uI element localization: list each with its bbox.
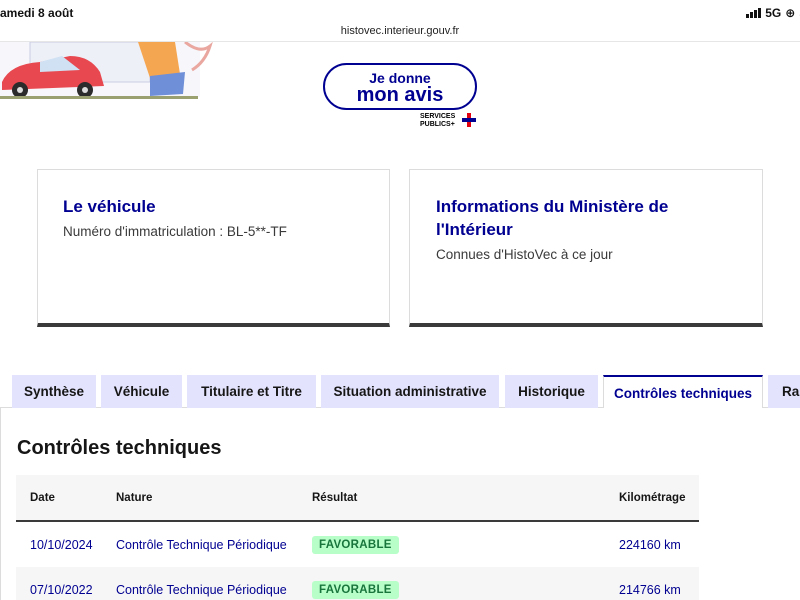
row-date: 07/10/2022 [30, 582, 93, 597]
status-bar: Samedi 8 août histovec.interieur.gouv.fr… [0, 0, 800, 42]
orientation-lock-icon: ⊕ [785, 6, 796, 20]
registration-number: Numéro d'immatriculation : BL-5**-TF [63, 224, 287, 239]
status-badge: FAVORABLE [312, 580, 399, 599]
signal-icon [746, 8, 762, 18]
tab-situation-administrative[interactable]: Situation administrative [321, 375, 499, 408]
services-publics-line1: SERVICES [420, 113, 456, 120]
table-row: 10/10/2024 Contrôle Technique Périodique… [16, 522, 699, 567]
avis-line2: mon avis [356, 84, 444, 106]
tab-titulaire-titre[interactable]: Titulaire et Titre [187, 375, 316, 408]
vehicle-card-title: Le véhicule [63, 197, 156, 216]
table-header: Date Nature Résultat Kilométrage [16, 475, 699, 522]
address-bar-url[interactable]: histovec.interieur.gouv.fr [0, 25, 800, 37]
tab-bar: Synthèse Véhicule Titulaire et Titre Sit… [0, 375, 800, 409]
tab-vehicule[interactable]: Véhicule [101, 375, 182, 408]
row-resultat: FAVORABLE [312, 535, 399, 554]
status-indicators: 5G ⊕ 5 [746, 6, 800, 20]
controles-techniques-panel: Contrôles techniques Date Nature Résulta… [0, 408, 800, 600]
row-date: 10/10/2024 [30, 537, 93, 552]
ministere-card-title: Informations du Ministère de l'Intérieur [436, 197, 669, 239]
row-kilometrage: 224160 km [619, 537, 681, 552]
header-nature: Nature [116, 491, 153, 504]
page: Samedi 8 août histovec.interieur.gouv.fr… [0, 0, 800, 600]
status-time: Samedi 8 août [0, 6, 74, 20]
header-date: Date [30, 491, 55, 504]
row-resultat: FAVORABLE [312, 580, 399, 599]
je-donne-mon-avis-button[interactable]: Je donne mon avis [323, 63, 477, 110]
row-nature: Contrôle Technique Périodique [116, 537, 287, 552]
row-nature: Contrôle Technique Périodique [116, 582, 287, 597]
header-resultat: Résultat [312, 491, 358, 504]
services-publics-plus-icon [462, 113, 476, 127]
ministere-card-subtitle: Connues d'HistoVec à ce jour [436, 247, 613, 262]
services-publics-line2: PUBLICS+ [420, 121, 455, 128]
header-kilometrage: Kilométrage [619, 491, 686, 504]
ministere-card: Informations du Ministère de l'Intérieur… [409, 169, 763, 327]
avis-line1: Je donne [369, 70, 431, 86]
car-illustration [0, 42, 215, 100]
table-row: 07/10/2022 Contrôle Technique Périodique… [16, 567, 699, 600]
tab-controles-techniques[interactable]: Contrôles techniques [603, 375, 763, 409]
services-publics-logo: SERVICES PUBLICS+ [420, 113, 455, 129]
tab-rapport[interactable]: Rap [768, 375, 800, 408]
section-title: Contrôles techniques [17, 437, 222, 459]
network-label: 5G [765, 6, 782, 20]
controles-table: Date Nature Résultat Kilométrage 10/10/2… [16, 475, 699, 600]
vehicle-card: Le véhicule Numéro d'immatriculation : B… [37, 169, 390, 327]
status-badge: FAVORABLE [312, 535, 399, 554]
tab-synthese[interactable]: Synthèse [12, 375, 96, 408]
row-kilometrage: 214766 km [619, 582, 681, 597]
tab-historique[interactable]: Historique [505, 375, 598, 408]
